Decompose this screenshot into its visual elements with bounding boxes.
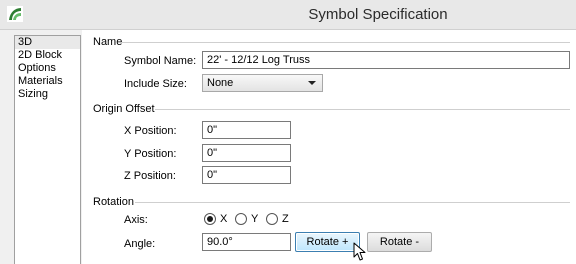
sidebar-item-options[interactable]: Options xyxy=(15,62,80,75)
angle-field[interactable]: 90.0° xyxy=(202,233,291,251)
axis-z-radio[interactable] xyxy=(266,213,278,225)
z-position-label: Z Position: xyxy=(124,170,176,182)
axis-y-radio[interactable] xyxy=(235,213,247,225)
sidebar-item-sizing[interactable]: Sizing xyxy=(15,88,80,101)
rotation-group-label: Rotation xyxy=(93,196,134,208)
axis-x-radio[interactable] xyxy=(204,213,216,225)
include-size-label: Include Size: xyxy=(124,78,187,90)
origin-offset-divider xyxy=(155,109,570,110)
title-bar: Symbol Specification xyxy=(0,0,576,30)
rotate-minus-button[interactable]: Rotate - xyxy=(367,232,432,252)
origin-offset-group-label: Origin Offset xyxy=(93,103,155,115)
axis-label: Axis: xyxy=(124,214,148,226)
y-position-label: Y Position: xyxy=(124,148,177,160)
z-position-field[interactable]: 0" xyxy=(202,166,291,184)
axis-z-label: Z xyxy=(282,213,289,225)
chevron-down-icon xyxy=(308,81,316,85)
symbol-name-field[interactable]: 22' - 12/12 Log Truss xyxy=(202,51,570,69)
axis-y-label: Y xyxy=(251,213,259,225)
mouse-pointer-icon xyxy=(353,242,366,261)
window-title: Symbol Specification xyxy=(308,6,448,23)
y-position-field[interactable]: 0" xyxy=(202,144,291,162)
rotation-group-divider xyxy=(135,202,570,203)
sidebar-item-2d-block[interactable]: 2D Block xyxy=(15,49,80,62)
axis-radio-group: X Y Z xyxy=(204,212,294,226)
category-list[interactable]: 3D 2D Block Options Materials Sizing xyxy=(14,35,81,264)
x-position-field[interactable]: 0" xyxy=(202,121,291,139)
rotate-plus-button[interactable]: Rotate + xyxy=(295,232,360,252)
axis-x-label: X xyxy=(220,213,228,225)
include-size-dropdown[interactable]: None xyxy=(202,74,323,92)
sidebar-item-materials[interactable]: Materials xyxy=(15,75,80,88)
name-group-divider xyxy=(121,42,570,43)
sidebar-item-3d[interactable]: 3D xyxy=(15,36,80,49)
symbol-name-label: Symbol Name: xyxy=(124,55,197,67)
angle-label: Angle: xyxy=(124,238,156,250)
include-size-value: None xyxy=(207,77,234,89)
name-group-label: Name xyxy=(93,36,123,48)
x-position-label: X Position: xyxy=(124,125,177,137)
